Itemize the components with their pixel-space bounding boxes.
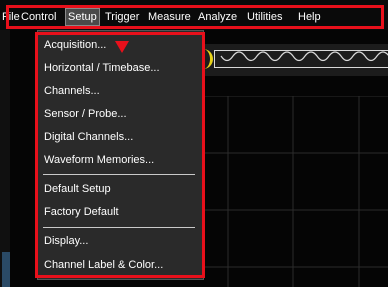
graticule [205,96,388,287]
menu-item-horizontal-timebase[interactable]: Horizontal / Timebase... [44,59,160,77]
waveform-icon [220,51,388,62]
menu-item-sensor-probe[interactable]: Sensor / Probe... [44,105,127,123]
menu-setup[interactable]: Setup [65,8,100,26]
menu-control[interactable]: Control [19,9,58,25]
sidebar-tab[interactable] [2,252,10,287]
menu-measure[interactable]: Measure [146,9,193,25]
down-arrow-icon [115,41,129,53]
menu-trigger[interactable]: Trigger [103,9,141,25]
menu-item-waveform-memories[interactable]: Waveform Memories... [44,151,154,169]
menu-separator [43,227,195,228]
menu-item-display[interactable]: Display... [44,232,88,250]
menu-analyze[interactable]: Analyze [196,9,239,25]
menu-item-acquisition[interactable]: Acquisition... [44,36,106,54]
menu-bar: File Control Setup Trigger Measure Analy… [0,0,388,30]
menu-item-channel-label-color[interactable]: Channel Label & Color... [44,256,163,274]
menu-utilities[interactable]: Utilities [245,9,284,25]
menu-item-digital-channels[interactable]: Digital Channels... [44,128,133,146]
menu-help[interactable]: Help [296,9,323,25]
menu-item-factory-default[interactable]: Factory Default [44,203,119,221]
waveform-preview[interactable] [214,50,388,68]
menu-item-channels[interactable]: Channels... [44,82,100,100]
left-sidebar [0,30,10,287]
menu-item-default-setup[interactable]: Default Setup [44,180,111,198]
menu-separator [43,174,195,175]
